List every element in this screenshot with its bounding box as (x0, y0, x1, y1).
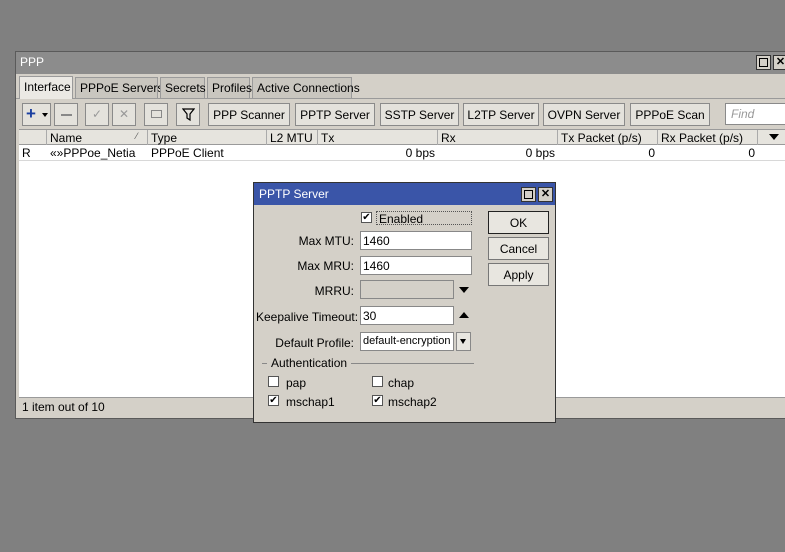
window-title: PPP (16, 52, 785, 74)
default-profile-label: Default Profile: (275, 336, 354, 350)
maximize-button[interactable] (756, 55, 771, 70)
table-header: Name ⁄ Type L2 MTU Tx Rx Tx Packet (p/s)… (19, 129, 785, 145)
check-icon: ✓ (91, 107, 103, 121)
dialog-close-button[interactable]: ✕ (538, 187, 553, 202)
keepalive-input[interactable]: 30 (360, 306, 454, 325)
cell-l2mtu (267, 146, 318, 160)
sstp-server-button[interactable]: SSTP Server (380, 103, 459, 126)
disable-button[interactable]: ✕ (112, 103, 136, 126)
ppp-scanner-button[interactable]: PPP Scanner (208, 103, 290, 126)
find-input[interactable]: Find (725, 103, 785, 125)
column-header-name[interactable]: Name ⁄ (47, 130, 148, 145)
pap-checkbox[interactable] (268, 376, 279, 387)
pppoe-scan-button[interactable]: PPPoE Scan (630, 103, 710, 126)
column-header-tx-packet[interactable]: Tx Packet (p/s) (558, 130, 658, 145)
max-mtu-input[interactable]: 1460 (360, 231, 472, 250)
maximize-icon (524, 190, 533, 199)
tab-pppoe-servers[interactable]: PPPoE Servers (75, 77, 163, 98)
cell-tx: 0 bps (405, 146, 435, 160)
row-divider (19, 160, 785, 161)
minus-icon (61, 114, 72, 116)
column-header-rx-packet[interactable]: Rx Packet (p/s) (658, 130, 758, 145)
cancel-button[interactable]: Cancel (488, 237, 549, 260)
cell-flag: R (22, 146, 31, 160)
columns-menu-icon[interactable] (769, 134, 779, 140)
apply-button[interactable]: Apply (488, 263, 549, 286)
mschap1-label: mschap1 (286, 395, 335, 409)
plus-icon: + (26, 104, 36, 123)
check-icon: ✔ (373, 395, 382, 406)
column-header-rx[interactable]: Rx (438, 130, 558, 145)
max-mru-input[interactable]: 1460 (360, 256, 472, 275)
chevron-down-icon (42, 113, 48, 117)
sort-icon: ⁄ (136, 131, 138, 141)
check-icon: ✔ (269, 395, 278, 406)
add-button[interactable]: + (22, 103, 51, 126)
column-header-tx[interactable]: Tx (318, 130, 438, 145)
tab-secrets[interactable]: Secrets (160, 77, 206, 98)
pap-label: pap (286, 376, 307, 390)
close-icon: ✕ (775, 56, 785, 68)
comment-button[interactable] (144, 103, 168, 126)
mrru-label: MRRU: (314, 284, 354, 298)
check-icon: ✔ (362, 212, 371, 223)
auth-section-title: Authentication (267, 356, 352, 370)
column-header-type[interactable]: Type (148, 130, 267, 145)
pptp-server-button[interactable]: PPTP Server (295, 103, 375, 126)
column-header-label: Name (50, 131, 83, 145)
cross-icon: ✕ (118, 107, 130, 121)
close-icon: ✕ (540, 188, 551, 200)
remove-button[interactable] (54, 103, 78, 126)
tab-active-connections[interactable]: Active Connections (252, 77, 360, 98)
enabled-checkbox[interactable]: ✔ (361, 212, 372, 223)
dialog-maximize-button[interactable] (521, 187, 536, 202)
filter-button[interactable] (176, 103, 200, 126)
l2tp-server-button[interactable]: L2TP Server (463, 103, 539, 126)
ok-button[interactable]: OK (488, 211, 549, 234)
max-mtu-label: Max MTU: (298, 234, 354, 248)
keepalive-label: Keepalive Timeout: (256, 310, 359, 324)
cell-type: PPPoE Client (151, 146, 224, 160)
keepalive-collapse-icon[interactable] (459, 312, 469, 318)
table-row[interactable]: R «»PPPoe_Netia PPPoE Client 0 bps 0 bps… (19, 145, 785, 161)
max-mru-label: Max MRU: (297, 259, 354, 273)
mrru-input[interactable] (360, 280, 454, 299)
ovpn-server-button[interactable]: OVPN Server (543, 103, 625, 126)
cell-rx: 0 bps (525, 146, 555, 160)
tabs-divider (16, 98, 785, 99)
chap-label: chap (388, 376, 415, 390)
column-header-l2mtu[interactable]: L2 MTU (267, 130, 318, 145)
enable-button[interactable]: ✓ (85, 103, 109, 126)
mschap2-checkbox[interactable]: ✔ (372, 395, 383, 406)
tab-profiles[interactable]: Profiles (207, 77, 252, 98)
chevron-down-icon (460, 339, 466, 344)
cell-name: «»PPPoe_Netia (50, 146, 136, 160)
enabled-label: Enabled (376, 211, 472, 226)
mschap2-label: mschap2 (388, 395, 437, 409)
cell-tx-packet: 0 (648, 146, 655, 160)
mrru-dropdown-icon[interactable] (459, 287, 469, 293)
close-button[interactable]: ✕ (773, 55, 785, 70)
maximize-icon (759, 58, 768, 67)
cell-rx-packet: 0 (748, 146, 755, 160)
comment-icon (151, 110, 162, 118)
column-header-flag[interactable] (19, 130, 47, 145)
default-profile-select[interactable]: default-encryption (360, 332, 454, 351)
dialog-title: PPTP Server (254, 183, 555, 205)
pptp-server-dialog: PPTP Server ✕ ✔ Enabled Max MTU: 1460 Ma… (253, 182, 556, 423)
profile-dropdown-button[interactable] (456, 332, 471, 351)
mschap1-checkbox[interactable]: ✔ (268, 395, 279, 406)
filter-icon (182, 108, 195, 122)
tab-interface[interactable]: Interface (19, 76, 73, 99)
chap-checkbox[interactable] (372, 376, 383, 387)
